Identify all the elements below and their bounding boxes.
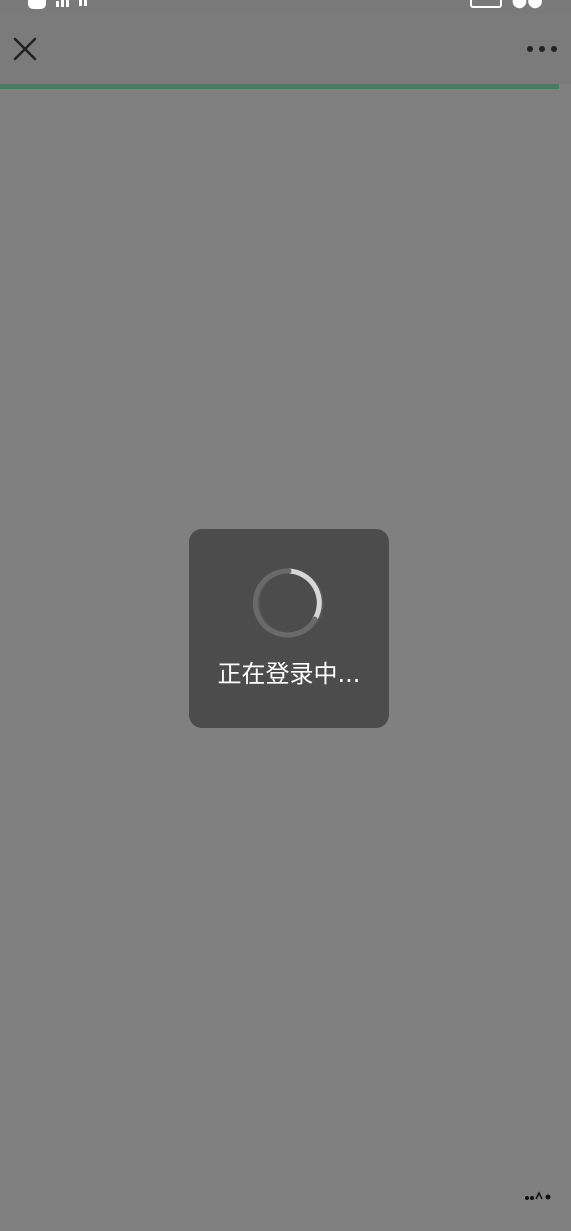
watermark-icon <box>525 1191 551 1200</box>
status-bar: ●● <box>0 0 571 14</box>
more-icon <box>527 46 557 52</box>
login-loading-screen: ●● 正在登录中... <box>0 0 571 1231</box>
notification-icon <box>28 0 46 9</box>
navigation-bar <box>0 14 571 84</box>
status-right-group: ●● <box>469 0 543 11</box>
signal-icon <box>56 0 69 7</box>
loading-toast: 正在登录中... <box>189 529 389 728</box>
status-left-group <box>28 0 87 10</box>
clock-icon: ●● <box>511 0 543 11</box>
close-button[interactable] <box>10 34 40 64</box>
loading-message: 正在登录中... <box>217 660 361 688</box>
more-button[interactable] <box>525 38 559 60</box>
wifi-icon <box>79 0 87 6</box>
close-icon <box>13 37 37 61</box>
battery-icon <box>469 0 502 8</box>
page-load-progress <box>0 84 559 89</box>
loading-spinner-icon <box>252 568 324 638</box>
